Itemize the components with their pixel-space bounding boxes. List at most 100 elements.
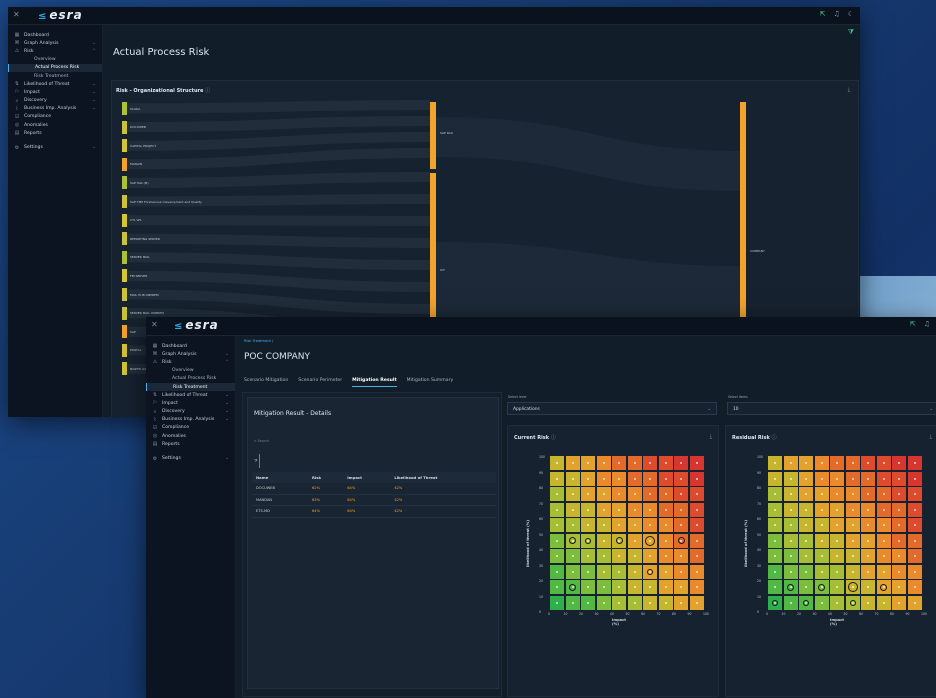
heatmap-cell[interactable] xyxy=(565,564,580,579)
heatmap-cell[interactable] xyxy=(596,487,611,501)
heatmap-cell[interactable] xyxy=(612,518,626,532)
sidebar-item-settings[interactable]: ⚙ Settings ⌄ xyxy=(8,143,102,151)
heatmap-cell[interactable] xyxy=(768,564,782,579)
heatmap-cell[interactable] xyxy=(907,518,922,532)
heatmap-cell[interactable] xyxy=(845,564,860,579)
heatmap-cell[interactable] xyxy=(861,564,875,579)
close-icon[interactable]: ✕ xyxy=(13,10,20,19)
heatmap-cell[interactable] xyxy=(845,549,860,563)
heatmap-cell[interactable] xyxy=(674,471,688,486)
heatmap-cell[interactable] xyxy=(861,456,875,470)
heatmap-cell[interactable] xyxy=(689,518,704,532)
heatmap-cell[interactable] xyxy=(830,502,844,517)
sidebar-item-risk-treatment[interactable]: Risk Treatment xyxy=(146,382,235,392)
heatmap-cell[interactable] xyxy=(814,595,829,610)
heatmap-cell[interactable] xyxy=(689,564,704,579)
sidebar-item-discovery[interactable]: ⌕ Discovery ⌄ xyxy=(8,97,102,105)
heatmap-cell[interactable] xyxy=(581,564,595,579)
heatmap-cell[interactable] xyxy=(658,471,673,486)
heatmap-cell[interactable] xyxy=(907,456,922,470)
heatmap-cell[interactable] xyxy=(643,471,657,486)
heatmap-cell[interactable] xyxy=(861,580,875,594)
heatmap-cell[interactable] xyxy=(581,595,595,610)
heatmap-cell[interactable] xyxy=(643,456,657,470)
heatmap-cell[interactable] xyxy=(768,471,782,486)
heatmap-cell[interactable] xyxy=(768,456,782,470)
sidebar-item-impact[interactable]: ⚐ Impact ⌄ xyxy=(8,88,102,96)
heatmap-cell[interactable] xyxy=(627,456,642,470)
heatmap-cell[interactable] xyxy=(876,549,891,563)
heatmap-cell[interactable] xyxy=(689,502,704,517)
sidebar-item-dashboard[interactable]: ▦ Dashboard xyxy=(146,342,235,350)
heatmap-cell[interactable] xyxy=(783,502,798,517)
heatmap-cell[interactable] xyxy=(565,471,580,486)
sidebar-item-compliance[interactable]: ☑ Compliance xyxy=(146,424,235,432)
tab-mitigation-summary[interactable]: Mitigation Summary xyxy=(407,377,454,387)
heatmap-cell[interactable] xyxy=(581,487,595,501)
heatmap-cell[interactable] xyxy=(830,549,844,563)
risk-marker[interactable] xyxy=(787,583,794,591)
heatmap-cell[interactable] xyxy=(845,502,860,517)
risk-marker[interactable] xyxy=(818,583,825,591)
sidebar-item-dashboard[interactable]: ▦ Dashboard xyxy=(8,31,102,39)
column-header[interactable]: Impact xyxy=(343,472,391,483)
heatmap-cell[interactable] xyxy=(845,456,860,470)
heatmap-cell[interactable] xyxy=(799,502,813,517)
heatmap-cell[interactable] xyxy=(550,533,564,548)
heatmap-cell[interactable] xyxy=(892,533,906,548)
heatmap-cell[interactable] xyxy=(627,502,642,517)
heatmap-cell[interactable] xyxy=(768,549,782,563)
column-header[interactable]: Name xyxy=(252,472,308,483)
sidebar-item-settings[interactable]: ⚙ Settings ⌄ xyxy=(146,454,235,462)
download-icon[interactable]: ⤓ xyxy=(710,434,712,440)
heatmap-cell[interactable] xyxy=(907,471,922,486)
heatmap-cell[interactable] xyxy=(876,471,891,486)
heatmap-cell[interactable] xyxy=(876,502,891,517)
heatmap-cell[interactable] xyxy=(550,595,564,610)
heatmap-cell[interactable] xyxy=(643,518,657,532)
heatmap-cell[interactable] xyxy=(814,533,829,548)
heatmap-cell[interactable] xyxy=(799,580,813,594)
heatmap-cell[interactable] xyxy=(892,549,906,563)
heatmap-cell[interactable] xyxy=(861,533,875,548)
heatmap-cell[interactable] xyxy=(658,580,673,594)
select-level-dropdown[interactable]: Applications ⌄ xyxy=(507,402,717,415)
heatmap-cell[interactable] xyxy=(845,471,860,486)
heatmap-cell[interactable] xyxy=(861,595,875,610)
heatmap-cell[interactable] xyxy=(830,518,844,532)
table-row[interactable]: MANDAN 63% 64% 42% xyxy=(252,494,496,507)
tab-scenario-mitigation[interactable]: Scenario Mitigation xyxy=(244,377,288,387)
search-field[interactable]: ⌕ Search xyxy=(254,438,269,443)
heatmap-cell[interactable] xyxy=(674,456,688,470)
heatmap-cell[interactable] xyxy=(596,502,611,517)
heatmap-cell[interactable] xyxy=(674,549,688,563)
sidebar-item-likelihood-of-threat[interactable]: ⇅ Likelihood of Threat ⌄ xyxy=(8,80,102,88)
sidebar-item-risk-treatment[interactable]: Risk Treatment xyxy=(8,72,102,80)
sidebar-item-anomalies[interactable]: ◎ Anomalies xyxy=(146,432,235,440)
risk-marker[interactable] xyxy=(615,537,623,544)
heatmap-cell[interactable] xyxy=(799,487,813,501)
heatmap-cell[interactable] xyxy=(907,533,922,548)
breadcrumb[interactable]: Risk Treatment / xyxy=(244,339,273,343)
heatmap-cell[interactable] xyxy=(658,502,673,517)
heatmap-cell[interactable] xyxy=(799,471,813,486)
heatmap-cell[interactable] xyxy=(768,518,782,532)
heatmap-cell[interactable] xyxy=(689,487,704,501)
heatmap-cell[interactable] xyxy=(658,549,673,563)
heatmap-cell[interactable] xyxy=(550,502,564,517)
heatmap-cell[interactable] xyxy=(550,549,564,563)
risk-marker[interactable] xyxy=(645,535,655,546)
heatmap-cell[interactable] xyxy=(845,487,860,501)
filter-button[interactable]: ⧩ xyxy=(254,454,260,468)
table-row[interactable]: DOCUWEB 62% 64% 42% xyxy=(252,483,496,495)
column-header[interactable]: Risk xyxy=(308,472,344,483)
heatmap-cell[interactable] xyxy=(674,595,688,610)
close-icon[interactable]: ✕ xyxy=(151,320,158,329)
heatmap-cell[interactable] xyxy=(643,502,657,517)
sidebar-item-likelihood-of-threat[interactable]: ⇅ Likelihood of Threat ⌄ xyxy=(146,391,235,399)
heatmap-cell[interactable] xyxy=(814,471,829,486)
filter-icon[interactable]: ⧩ xyxy=(848,28,854,37)
heatmap-cell[interactable] xyxy=(783,487,798,501)
risk-marker[interactable] xyxy=(880,583,887,591)
sidebar-item-actual-process-risk[interactable]: Actual Process Risk xyxy=(146,375,235,383)
